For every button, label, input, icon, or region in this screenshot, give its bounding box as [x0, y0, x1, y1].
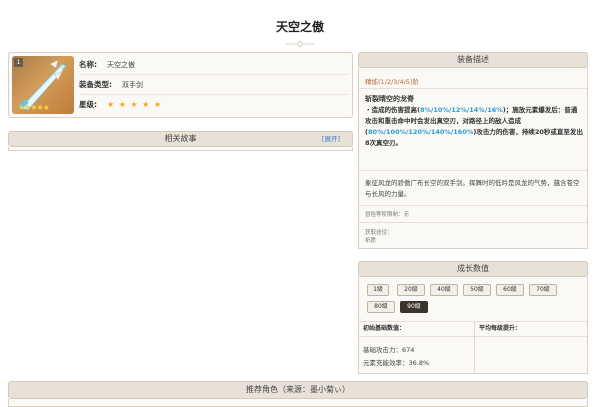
skill-highlight-1: 8%/10%/12%/14%/16%	[419, 106, 503, 114]
level-tab-50[interactable]: 50级	[463, 284, 491, 296]
star-rating: ★ ★ ★ ★ ★	[107, 100, 163, 109]
divider	[359, 222, 587, 223]
type-label: 装备类型:	[79, 80, 112, 89]
divider	[359, 336, 587, 337]
story-expand-link[interactable]: [展开]	[322, 132, 340, 146]
level-tab-40[interactable]: 40级	[430, 284, 458, 296]
thumb-star-rating: ★★★★★	[18, 103, 50, 112]
type-value: 双手剑	[122, 81, 143, 89]
base-stats-label: 初始基础数值：	[363, 325, 406, 332]
skill-text-1: ・造成的伤害提高(	[365, 106, 420, 114]
story-content	[8, 147, 353, 151]
level-tab-80[interactable]: 80级	[367, 301, 395, 313]
name-row: 名称: 天空之傲	[79, 55, 349, 75]
weapon-image: 1 ★★★★★	[12, 56, 74, 114]
divider	[359, 170, 587, 171]
star-label: 星级:	[79, 100, 97, 109]
name-label: 名称:	[79, 60, 97, 69]
description-panel: 精炼(1/2/3/4/5)阶 斩裂晴空的龙脊 ・造成的伤害提高(8%/10%/1…	[358, 68, 588, 249]
level-tab-90[interactable]: 90级	[400, 301, 428, 313]
skill-highlight-2: 80%/100%/120%/140%/160%	[367, 128, 474, 136]
story-section-header: 相关故事 [展开]	[8, 131, 353, 147]
growth-header: 成长数值	[358, 261, 588, 277]
name-value: 天空之傲	[107, 61, 135, 69]
weapon-info-card: 1 ★★★★★ 名称: 天空之傲 装备类型: 双手剑 星级: ★ ★ ★ ★ ★	[8, 52, 353, 118]
rarity-badge: 1	[14, 58, 23, 67]
level-tab-20[interactable]: 20级	[397, 284, 425, 296]
skill-name: 斩裂晴空的龙脊	[365, 95, 414, 103]
story-title: 相关故事	[164, 134, 197, 143]
lore-text: 象征风龙的骄傲广布长空的双手剑。挥舞时的低吟是风龙的气势，蕴含苍空与长风的力量。	[365, 179, 580, 198]
divider	[359, 205, 587, 206]
source-label: 获取途径：	[365, 230, 393, 236]
energy-recharge-value: 元素充能效率：36.8%	[363, 359, 430, 367]
level-limit: 冒险等阶限制：无	[365, 212, 410, 218]
level-tab-1[interactable]: 1级	[367, 284, 389, 296]
level-tab-70[interactable]: 70级	[529, 284, 557, 296]
title-ornament-icon	[285, 40, 315, 48]
skill-description: ・造成的伤害提高(8%/10%/12%/14%/16%)；施放元素爆发后：普通攻…	[365, 105, 583, 149]
recommend-content	[8, 399, 588, 407]
growth-panel: 1级 20级 40级 50级 60级 70级 80级 90级 初始基础数值： 平…	[358, 277, 588, 374]
column-divider	[474, 322, 475, 374]
page-title: 天空之傲	[275, 20, 324, 34]
divider	[359, 88, 587, 89]
refine-levels: 精炼(1/2/3/4/5)阶	[365, 78, 420, 86]
star-row: 星级: ★ ★ ★ ★ ★	[79, 95, 349, 115]
level-tab-60[interactable]: 60级	[496, 284, 524, 296]
type-row: 装备类型: 双手剑	[79, 75, 349, 95]
description-header: 装备描述	[358, 52, 588, 68]
recommend-header: 推荐角色（来源：墨小菊ぃ）	[8, 381, 588, 399]
source-value: 祈愿	[365, 238, 377, 244]
avg-growth-label: 平均每级提升：	[479, 325, 522, 332]
base-atk-value: 基础攻击力：674	[363, 346, 415, 354]
